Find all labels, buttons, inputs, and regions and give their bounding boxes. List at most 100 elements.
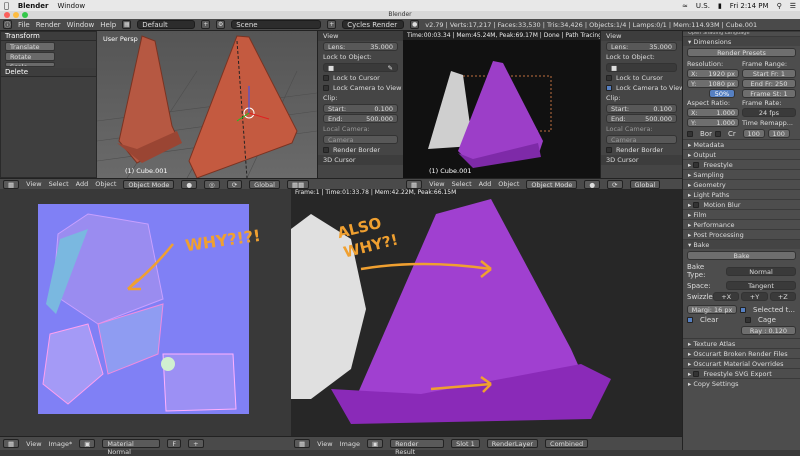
aspect-y-field[interactable]: Y: 1.000 <box>687 118 739 127</box>
3d-cursor-header[interactable]: 3D Cursor <box>601 155 682 165</box>
select-menu[interactable]: Select <box>452 180 472 188</box>
lock-object-field[interactable]: ■ <box>606 63 677 72</box>
translate-button[interactable]: Translate <box>5 42 55 51</box>
select-menu[interactable]: Select <box>49 180 69 188</box>
bake-panel[interactable]: ▾ Bake <box>683 239 800 249</box>
clip-start-field[interactable]: Start: 0.100 <box>606 104 677 113</box>
end-frame-field[interactable]: End Fr: 250 <box>742 79 796 88</box>
image-menu[interactable]: Image* <box>49 440 73 448</box>
viewport-right[interactable]: Time:00:03.34 | Mem:45.24M, Peak:69.17M … <box>403 31 600 178</box>
orientation-select[interactable]: Global <box>249 179 280 189</box>
res-percent-field[interactable]: 50% <box>709 89 735 98</box>
rotate-button[interactable]: Rotate <box>5 52 55 61</box>
lock-camera-check[interactable]: Lock Camera to View <box>318 83 403 93</box>
render-border-check[interactable]: Render Border <box>318 145 403 155</box>
image-select[interactable]: Material Normal <box>102 439 161 456</box>
res-y-field[interactable]: Y: 1080 px <box>687 79 739 88</box>
scene-icon[interactable]: ⚙ <box>216 20 226 29</box>
render-presets-select[interactable]: Render Presets <box>687 48 796 57</box>
res-x-field[interactable]: X: 1920 px <box>687 69 739 78</box>
new-image-icon[interactable]: + <box>188 439 204 448</box>
post-processing-panel[interactable]: ▸ Post Processing <box>683 229 800 239</box>
image-menu[interactable]: Image <box>340 440 360 448</box>
camera-field[interactable]: Camera <box>606 135 677 144</box>
fake-user-icon[interactable]: F <box>167 439 182 448</box>
copy-settings-panel[interactable]: ▸ Copy Settings <box>683 378 800 388</box>
close-icon[interactable] <box>4 12 10 18</box>
lock-cursor-check[interactable]: Lock to Cursor <box>601 73 682 83</box>
frame-step-field[interactable]: Frame St: 1 <box>742 89 796 98</box>
viewport-left[interactable]: User Persp (1) Cube.001 <box>97 31 317 178</box>
manipulator-icon[interactable]: ⟳ <box>607 179 623 189</box>
view-menu[interactable]: View <box>429 180 444 188</box>
view-menu[interactable]: View <box>26 440 41 448</box>
clip-end-field[interactable]: End: 500.000 <box>323 114 398 123</box>
locale-label[interactable]: U.S. <box>696 2 710 10</box>
output-panel[interactable]: ▸ Output <box>683 149 800 159</box>
mode-select[interactable]: Object Mode <box>123 179 175 189</box>
freestyle-panel[interactable]: ▸ Freestyle <box>683 159 800 169</box>
lock-camera-check[interactable]: Lock Camera to View <box>601 83 682 93</box>
editor-type-icon[interactable]: ▦ <box>3 179 20 189</box>
shading-select[interactable]: ● <box>584 179 601 189</box>
space-select[interactable]: Tangent <box>726 281 796 290</box>
scale-button[interactable]: Scale <box>5 62 55 67</box>
pivot-icon[interactable]: ◎ <box>204 179 220 189</box>
add-menu[interactable]: Add <box>479 180 492 188</box>
image-select[interactable]: Render Result <box>390 439 445 456</box>
sampling-panel[interactable]: ▸ Sampling <box>683 169 800 179</box>
clip-end-field[interactable]: End: 500.000 <box>606 114 677 123</box>
light-paths-panel[interactable]: ▸ Light Paths <box>683 189 800 199</box>
margin-field[interactable]: Margi: 16 px <box>687 305 737 314</box>
list-icon[interactable]: ☰ <box>790 2 796 10</box>
editor-type-icon[interactable]: ▦ <box>294 439 311 448</box>
clear-check[interactable] <box>687 317 693 323</box>
freestyle-svg-panel[interactable]: ▸ Freestyle SVG Export <box>683 368 800 378</box>
editor-type-icon[interactable]: ▦ <box>3 439 20 448</box>
render-border-check[interactable]: Render Border <box>601 145 682 155</box>
3d-cursor-header[interactable]: 3D Cursor <box>318 155 403 165</box>
menu-window[interactable]: Window <box>67 21 95 29</box>
swizzle-x-select[interactable]: +X <box>713 292 740 301</box>
transform-header[interactable]: Transform <box>1 32 96 41</box>
material-overrides-panel[interactable]: ▸ Oscurart Material Overrides <box>683 358 800 368</box>
lens-field[interactable]: Lens: 35.000 <box>323 42 398 51</box>
object-menu[interactable]: Object <box>95 180 116 188</box>
layers-icon[interactable]: ▦▦ <box>286 179 310 189</box>
bake-button[interactable]: Bake <box>687 251 796 260</box>
layer-select[interactable]: RenderLayer <box>486 439 539 448</box>
mode-select[interactable]: Object Mode <box>526 179 578 189</box>
fps-select[interactable]: 24 fps <box>742 108 796 117</box>
lock-cursor-check[interactable]: Lock to Cursor <box>318 73 403 83</box>
image-editor-right[interactable]: Frame:1 | Time:01:33.78 | Mem:42.22M, Pe… <box>291 189 682 436</box>
engine-select[interactable]: Cycles Render <box>342 20 405 29</box>
selected-to-active-check[interactable] <box>740 306 746 313</box>
editor-type-icon[interactable]: ⓘ <box>3 20 12 29</box>
broken-render-files-panel[interactable]: ▸ Oscurart Broken Render Files <box>683 348 800 358</box>
image-editor-left[interactable]: WHY?!?! <box>0 189 291 436</box>
slot-select[interactable]: Slot 1 <box>451 439 480 448</box>
bake-type-select[interactable]: Normal <box>726 266 796 276</box>
shading-select[interactable]: ● <box>181 179 198 189</box>
apple-icon[interactable]:  <box>4 1 9 10</box>
object-menu[interactable]: Object <box>498 180 519 188</box>
image-icon[interactable]: ▣ <box>79 439 96 448</box>
scene-select[interactable]: Scene <box>231 20 322 29</box>
swizzle-z-select[interactable]: +Z <box>769 292 796 301</box>
motion-blur-panel[interactable]: ▸ Motion Blur <box>683 199 800 209</box>
performance-panel[interactable]: ▸ Performance <box>683 219 800 229</box>
app-menu[interactable]: Blender <box>18 2 49 10</box>
camera-field[interactable]: Camera <box>323 135 398 144</box>
metadata-panel[interactable]: ▸ Metadata <box>683 139 800 149</box>
clock[interactable]: Fri 2:14 PM <box>730 2 769 10</box>
add-menu[interactable]: Add <box>76 180 89 188</box>
pass-select[interactable]: Combined <box>545 439 589 448</box>
battery-icon[interactable]: ▮ <box>718 2 722 10</box>
ray-distance-field[interactable]: Ray : 0.120 <box>741 326 796 335</box>
wifi-icon[interactable]: ≈ <box>682 2 688 10</box>
window-menu[interactable]: Window <box>58 2 86 10</box>
view-header[interactable]: View <box>601 31 682 41</box>
texture-atlas-panel[interactable]: ▸ Texture Atlas <box>683 338 800 348</box>
view-menu[interactable]: View <box>317 440 332 448</box>
add-layout-icon[interactable]: + <box>201 20 211 29</box>
